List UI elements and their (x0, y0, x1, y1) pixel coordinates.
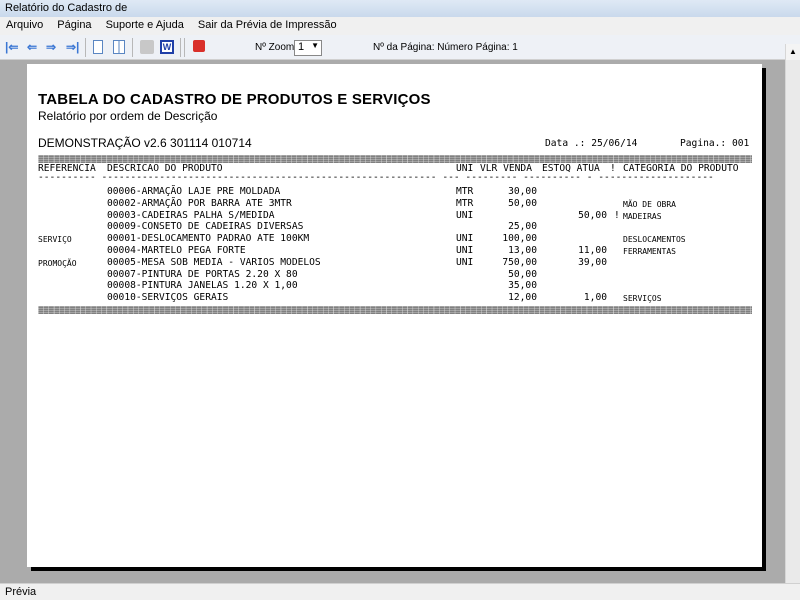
cell-cat: FERRAMENTAS (623, 247, 676, 256)
cell-desc: 00003-CADEIRAS PALHA S/MEDIDA (107, 209, 275, 221)
cell-desc: 00006-ARMAÇÃO LAJE PRE MOLDADA (107, 186, 281, 197)
separator (85, 38, 86, 57)
zoom-value: 1 (298, 41, 305, 53)
cell-estoq: 11,00 (578, 245, 607, 256)
cell-uni: MTR (456, 186, 474, 197)
cell-cat: DESLOCAMENTOS (623, 235, 686, 245)
cell-desc: 00007-PINTURA DE PORTAS 2.20 X 80 (107, 268, 298, 280)
menu-sair-previa[interactable]: Sair da Prévia de Impressão (198, 19, 337, 33)
status-bar: Prévia (0, 583, 800, 600)
cell-ref: SERVIÇO (38, 235, 72, 245)
two-pages-icon[interactable] (113, 40, 125, 54)
window-title: Relatório do Cadastro de (5, 2, 128, 14)
cell-desc: 00010-SERVIÇOS GERAIS (107, 292, 229, 304)
first-page-icon[interactable]: |⇐ (5, 40, 19, 54)
table-row: PROMOÇÃO 00005-MESA SOB MEDIA - VARIOS MO… (27, 257, 762, 269)
cell-desc: 00004-MARTELO PEGA FORTE (107, 245, 246, 256)
cell-vlr: 12,00 (508, 292, 537, 304)
table-row: SERVIÇO 00001-DESLOCAMENTO PADRAO ATE 100… (27, 233, 762, 245)
table-row: 00006-ARMAÇÃO LAJE PRE MOLDADA MTR 30,00 (27, 186, 762, 198)
cell-vlr: 30,00 (508, 186, 537, 197)
cell-estoq: 1,00 (583, 292, 607, 304)
table-row: 00003-CADEIRAS PALHA S/MEDIDA UNI 50,00! MA… (27, 210, 762, 222)
cell-vlr: 100,00 (502, 233, 537, 245)
window-titlebar: Relatório do Cadastro de (0, 0, 800, 17)
menu-bar: Arquivo Página Suporte e Ajuda Sair da P… (0, 17, 800, 35)
separator (132, 38, 133, 57)
cell-uni: UNI (456, 209, 474, 221)
cell-desc: 00002-ARMAÇÃO POR BARRA ATE 3MTR (107, 197, 292, 209)
cell-ref: PROMOÇÃO (38, 258, 77, 268)
table-row: 00004-MARTELO PEGA FORTE UNI 13,00 11,00 FER… (27, 245, 762, 257)
separator (184, 38, 185, 57)
report-date: Data .: 25/06/14 (545, 138, 638, 149)
cell-uni: MTR (456, 197, 474, 209)
toolbar: |⇐ ⇐ ⇒ ⇒| W Nº Zoom 1 ▼ Nº da Página: Núm… (0, 35, 800, 60)
page-number-label: Nº da Página: Número Página: 1 (373, 42, 518, 53)
last-page-icon[interactable]: ⇒| (66, 40, 80, 54)
cell-estoq: 39,00 (578, 256, 607, 268)
single-page-icon[interactable] (93, 40, 103, 54)
table-row: 00002-ARMAÇÃO POR BARRA ATE 3MTR MTR 50,00… (27, 198, 762, 210)
cell-cat: MÃO DE OBRA (623, 199, 676, 209)
zoom-select[interactable]: 1 ▼ (294, 40, 322, 56)
cell-uni: UNI (456, 233, 474, 245)
menu-arquivo[interactable]: Arquivo (6, 19, 43, 33)
cell-bang: ! (614, 209, 620, 221)
pdf-export-icon[interactable] (193, 40, 205, 52)
print-icon[interactable] (140, 40, 154, 54)
zoom-label: Nº Zoom (255, 42, 295, 53)
cell-desc: 00005-MESA SOB MEDIA - VARIOS MODELOS (107, 256, 321, 268)
cell-vlr: 13,00 (508, 245, 537, 256)
menu-suporte[interactable]: Suporte e Ajuda (106, 19, 184, 33)
cell-cat: SERVIÇOS (623, 294, 662, 304)
cell-vlr: 35,00 (508, 280, 537, 292)
cell-estoq: 50,00 (578, 209, 607, 221)
cell-vlr: 50,00 (508, 197, 537, 209)
word-export-icon[interactable]: W (160, 40, 174, 54)
company-name: DEMONSTRAÇÃO v2.6 301114 010714 (38, 136, 252, 150)
double-rule: ========================================… (38, 307, 752, 318)
vertical-scrollbar[interactable]: ▲ (785, 44, 800, 583)
menu-pagina[interactable]: Página (57, 19, 91, 33)
separator (180, 38, 181, 57)
cell-vlr: 750,00 (502, 256, 537, 268)
next-page-icon[interactable]: ⇒ (46, 40, 60, 54)
cell-uni: UNI (456, 245, 474, 256)
scroll-up-icon[interactable]: ▲ (786, 44, 800, 60)
report-title: TABELA DO CADASTRO DE PRODUTOS E SERVIÇO… (38, 91, 431, 108)
cell-cat: MADEIRAS (623, 211, 662, 221)
report-page-number: Pagina.: 001 (680, 138, 750, 149)
report-page: TABELA DO CADASTRO DE PRODUTOS E SERVIÇO… (27, 64, 762, 567)
cell-desc: 00008-PINTURA JANELAS 1.20 X 1,00 (107, 280, 298, 292)
cell-vlr: 50,00 (508, 268, 537, 280)
table-row: 00009-CONSETO DE CADEIRAS DIVERSAS 25,00 (27, 221, 762, 233)
report-subtitle: Relatório por ordem de Descrição (38, 109, 218, 123)
dash-rule: ---------- -----------------------------… (38, 172, 714, 183)
cell-desc: 00009-CONSETO DE CADEIRAS DIVERSAS (107, 221, 304, 233)
cell-desc: 00001-DESLOCAMENTO PADRAO ATE 100KM (107, 233, 310, 245)
table-row: 00008-PINTURA JANELAS 1.20 X 1,00 35,00 (27, 280, 762, 292)
previous-page-icon[interactable]: ⇐ (27, 40, 41, 54)
cell-uni: UNI (456, 256, 474, 268)
table-row: 00007-PINTURA DE PORTAS 2.20 X 80 50,00 (27, 269, 762, 281)
cell-vlr: 25,00 (508, 221, 537, 233)
chevron-down-icon: ▼ (311, 41, 319, 50)
status-text: Prévia (5, 586, 37, 598)
